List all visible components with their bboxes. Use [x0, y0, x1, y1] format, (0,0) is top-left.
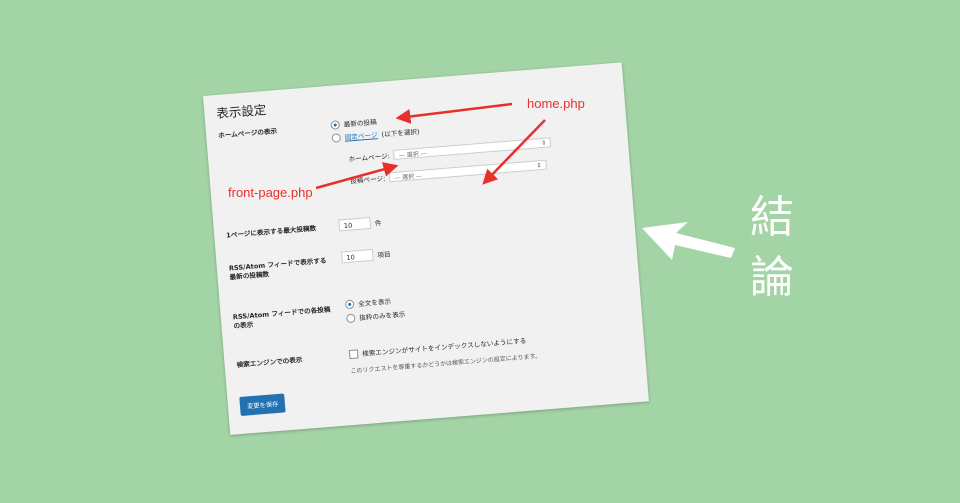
rss-count-input[interactable]: 10 — [340, 248, 374, 264]
radio-full-text-label: 全文を表示 — [357, 297, 392, 309]
rss-count-row: 10 項目 — [340, 247, 391, 264]
radio-latest-posts[interactable]: 最新の投稿 — [330, 116, 377, 130]
radio-button-checked[interactable] — [330, 119, 341, 130]
radio-button[interactable] — [345, 313, 356, 323]
radio-button[interactable] — [331, 132, 342, 143]
posts-per-page-input[interactable]: 10 — [338, 216, 372, 232]
posts-select-row: 投稿ページ: — 選択 — ⇕ — [350, 159, 548, 186]
radio-full-text[interactable]: 全文を表示 — [344, 296, 392, 310]
noindex-checkbox[interactable] — [348, 348, 359, 359]
static-page-suffix: (以下を選択) — [381, 127, 420, 139]
posts-per-page-unit: 件 — [374, 219, 382, 228]
posts-select-value: — 選択 — — [393, 172, 423, 182]
posts-select-label: 投稿ページ: — [350, 174, 386, 186]
radio-latest-posts-label: 最新の投稿 — [343, 118, 377, 129]
rss-count-label: RSS/Atom フィードで表示する 最新の投稿数 — [229, 257, 328, 283]
search-engine-label: 検索エンジンでの表示 — [236, 355, 303, 370]
home-php-annotation: home.php — [527, 96, 585, 111]
homepage-select[interactable]: — 選択 — ⇕ — [393, 137, 552, 160]
rss-count-unit: 項目 — [377, 250, 391, 260]
homepage-select-label: ホームページ: — [348, 152, 391, 164]
homepage-display-label: ホームページの表示 — [217, 127, 278, 140]
radio-button-checked[interactable] — [344, 299, 355, 309]
radio-excerpt[interactable]: 抜粋のみを表示 — [345, 308, 406, 323]
homepage-select-row: ホームページ: — 選択 — ⇕ — [348, 137, 552, 164]
settings-panel: 表示設定 ホームページの表示 最新の投稿 固定ページ (以下を選択) ホームペー… — [203, 62, 649, 435]
white-arrow-icon — [642, 222, 735, 260]
static-page-link[interactable]: 固定ページ — [344, 129, 377, 142]
page-title: 表示設定 — [215, 101, 267, 121]
conclusion-char-2: 論 — [750, 252, 794, 303]
posts-per-page-row: 10 件 — [338, 216, 382, 232]
radio-excerpt-label: 抜粋のみを表示 — [359, 310, 406, 323]
rss-mode-label: RSS/Atom フィードでの各投稿 の表示 — [233, 305, 332, 331]
chevron-updown-icon: ⇕ — [541, 139, 547, 147]
chevron-updown-icon: ⇕ — [536, 161, 542, 169]
conclusion-text: 結 論 — [742, 188, 802, 308]
posts-per-page-label: 1ページに表示する最大投稿数 — [225, 224, 317, 240]
save-changes-button[interactable]: 変更を保存 — [239, 393, 287, 417]
front-page-php-annotation: front-page.php — [228, 185, 313, 200]
conclusion-char-1: 結 — [750, 192, 794, 243]
homepage-select-value: — 選択 — — [398, 149, 427, 159]
posts-select[interactable]: — 選択 — ⇕ — [388, 159, 548, 183]
